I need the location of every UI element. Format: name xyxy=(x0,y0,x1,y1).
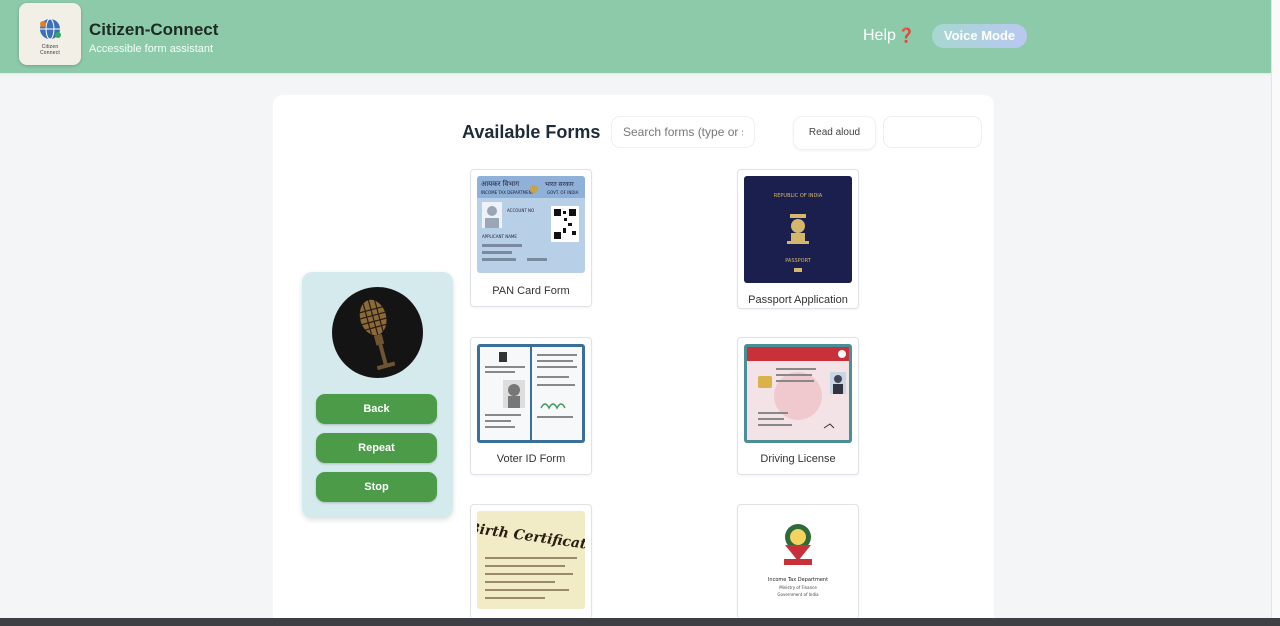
globe-icon xyxy=(40,18,61,40)
driving-license-image xyxy=(744,344,852,443)
page-title: Available Forms xyxy=(462,122,601,142)
app-subtitle: Accessible form assistant xyxy=(89,43,214,55)
form-card-income-tax[interactable]: Income Tax Department Ministry of Financ… xyxy=(737,504,859,619)
pan-dept-text: INCOME TAX DEPARTMENT xyxy=(481,190,535,195)
it-dept-text: Income Tax Department xyxy=(768,577,828,583)
pan-card-image: आयकर विभाग INCOME TAX DEPARTMENT भारत सर… xyxy=(477,176,585,273)
pan-name-text: APPLICANT NAME xyxy=(482,234,517,239)
pan-account-text: ACCOUNT NO xyxy=(507,208,534,213)
top-header: Citizen Connect Citizen-Connect Accessib… xyxy=(0,0,1272,73)
birth-certificate-image: Birth Certificate xyxy=(477,511,585,609)
read-aloud-button[interactable]: Read aloud xyxy=(793,116,876,150)
form-card-label: PAN Card Form xyxy=(492,285,570,297)
voice-control-panel: Back Repeat Stop xyxy=(302,272,453,518)
microphone-icon[interactable] xyxy=(332,287,423,378)
bottom-bar xyxy=(0,618,1280,626)
form-card-voter-id[interactable]: Voter ID Form xyxy=(470,337,592,475)
passport-image: REPUBLIC OF INDIA PASSPORT xyxy=(744,176,852,283)
logo-caption: Citizen Connect xyxy=(39,44,61,56)
form-card-driving-license[interactable]: Driving License xyxy=(737,337,859,475)
page-scrollbar[interactable] xyxy=(1271,0,1280,618)
back-button[interactable]: Back xyxy=(316,394,437,424)
voter-id-image xyxy=(477,344,585,443)
search-input[interactable] xyxy=(611,116,755,148)
voice-mode-button[interactable]: Voice Mode xyxy=(932,24,1027,48)
help-link[interactable]: Help ❓ xyxy=(863,27,915,45)
pan-gov-text: GOVT. OF INDIA xyxy=(547,190,579,195)
form-card-birth-certificate[interactable]: Birth Certificate xyxy=(470,504,592,619)
passport-word-text: PASSPORT xyxy=(785,258,812,264)
pan-gov-hindi: भारत सरकार xyxy=(545,181,574,188)
form-card-label: Driving License xyxy=(760,453,836,465)
it-ministry-text: Ministry of Finance xyxy=(779,585,817,590)
form-card-label: Passport Application xyxy=(748,294,848,306)
it-gov-text: Government of India xyxy=(777,592,819,597)
pan-hindi-text: आयकर विभाग xyxy=(481,179,520,188)
blank-input-box[interactable] xyxy=(883,116,982,148)
help-label: Help xyxy=(863,27,896,44)
question-mark-icon: ❓ xyxy=(897,27,916,43)
stop-button[interactable]: Stop xyxy=(316,472,437,502)
form-card-passport[interactable]: REPUBLIC OF INDIA PASSPORT Passport Appl… xyxy=(737,169,859,309)
repeat-button[interactable]: Repeat xyxy=(316,433,437,463)
form-card-label: Voter ID Form xyxy=(496,453,566,465)
form-card-pan[interactable]: आयकर विभाग INCOME TAX DEPARTMENT भारत सर… xyxy=(470,169,592,307)
app-logo[interactable]: Citizen Connect xyxy=(19,3,81,65)
app-title: Citizen-Connect xyxy=(89,20,219,39)
income-tax-logo: Income Tax Department Ministry of Financ… xyxy=(744,511,852,609)
passport-country-text: REPUBLIC OF INDIA xyxy=(774,193,823,199)
